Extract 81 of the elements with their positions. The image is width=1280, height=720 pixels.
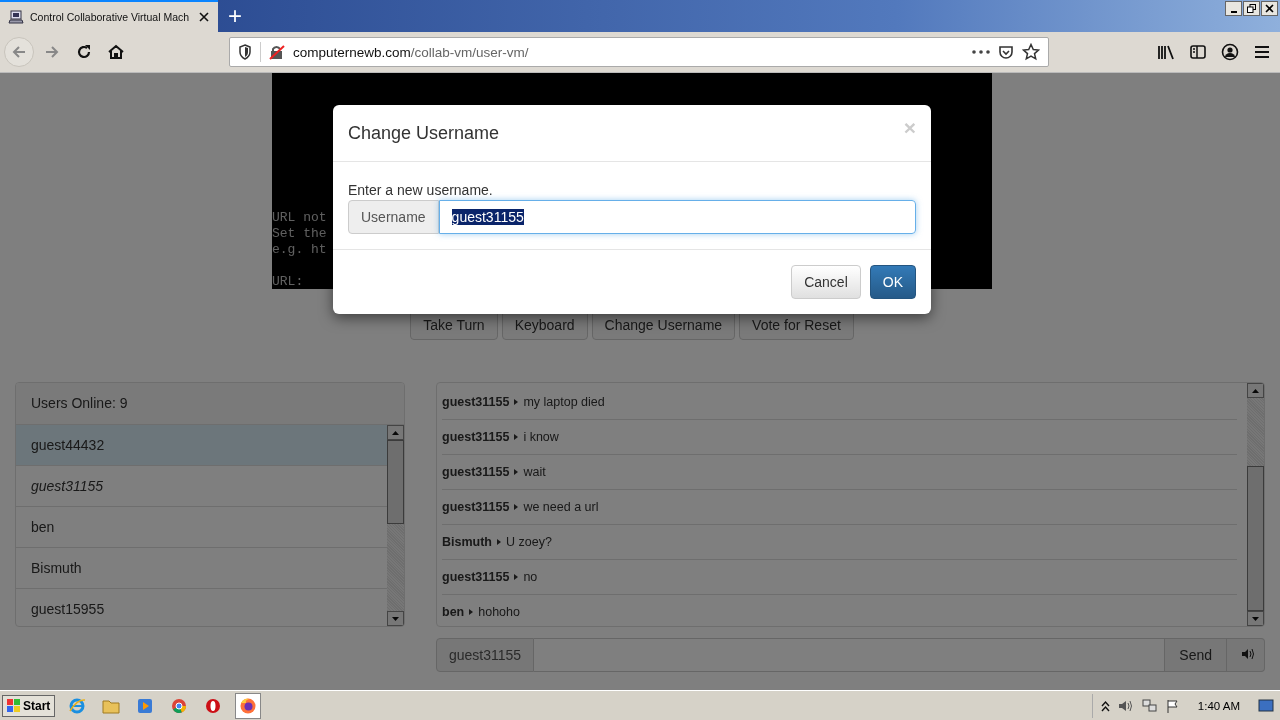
menu-icon[interactable]: [1254, 45, 1270, 59]
windows-logo-icon: [7, 698, 21, 713]
chat-message: hohoho: [478, 604, 520, 621]
user-item[interactable]: guest44432: [16, 425, 387, 466]
pocket-icon[interactable]: [998, 44, 1014, 60]
minimize-icon: [1230, 10, 1237, 13]
down-arrow-icon[interactable]: [1252, 616, 1259, 621]
user-item[interactable]: Bismuth: [16, 548, 387, 589]
dialog-prompt: Enter a new username.: [348, 181, 494, 200]
show-hidden-icon[interactable]: [1100, 699, 1110, 712]
chat-message: i know: [523, 429, 559, 446]
volume-icon[interactable]: [1117, 698, 1134, 713]
account-icon[interactable]: [1221, 43, 1239, 61]
more-icon[interactable]: [972, 50, 990, 54]
computer-icon: [8, 9, 24, 25]
minimize-button[interactable]: [1225, 1, 1242, 16]
cancel-button[interactable]: Cancel: [791, 265, 861, 299]
username-input[interactable]: guest31155: [438, 200, 916, 234]
sound-button[interactable]: [1227, 638, 1265, 672]
chat-message: we need a url: [523, 499, 599, 516]
back-button[interactable]: [4, 37, 34, 67]
url-text: computernewb.com/collab-vm/user-vm/: [293, 44, 529, 60]
home-icon[interactable]: [107, 43, 125, 61]
start-button[interactable]: Start: [2, 694, 56, 717]
chat-input[interactable]: [534, 638, 1166, 672]
ok-button[interactable]: OK: [869, 265, 916, 299]
username-label: guest31155: [436, 638, 535, 672]
new-tab-button[interactable]: +: [218, 0, 252, 32]
scrollbar[interactable]: [1247, 383, 1264, 626]
shield-icon: [238, 44, 252, 60]
sidebar-icon[interactable]: [1190, 45, 1206, 59]
scrollbar[interactable]: [387, 425, 404, 626]
speaker-icon: [1241, 648, 1255, 660]
close-icon: [1265, 4, 1274, 13]
chat-username: Bismuth: [442, 534, 492, 551]
chat-username: ben: [442, 604, 465, 621]
firefox-icon[interactable]: [235, 692, 262, 719]
send-button[interactable]: Send: [1165, 638, 1227, 672]
chat-username: guest31155: [442, 569, 510, 586]
triangle-icon: [469, 609, 474, 615]
restore-button[interactable]: [1243, 1, 1260, 16]
chat-message: no: [523, 569, 538, 586]
show-desktop-icon[interactable]: [1258, 698, 1274, 713]
triangle-icon: [514, 434, 519, 440]
up-arrow-icon[interactable]: [1252, 388, 1259, 393]
triangle-icon: [514, 469, 519, 475]
address-bar[interactable]: computernewb.com/collab-vm/user-vm/: [229, 37, 1049, 67]
chat-username: guest31155: [442, 429, 510, 446]
terminal-line: Set the: [272, 226, 327, 242]
terminal-line: e.g. ht: [272, 242, 327, 258]
terminal-line: URL not: [272, 210, 327, 226]
library-icon[interactable]: [1157, 44, 1175, 60]
user-item[interactable]: guest31155: [16, 466, 387, 507]
close-button[interactable]: [1261, 1, 1278, 16]
reload-icon[interactable]: [75, 43, 93, 61]
dialog-title: Change Username: [348, 122, 501, 144]
triangle-icon: [514, 504, 519, 510]
flag-icon[interactable]: [1165, 698, 1180, 713]
star-icon[interactable]: [1022, 43, 1040, 61]
users-header: Users Online: 9: [16, 383, 404, 425]
clock: 1:40 AM: [1197, 699, 1240, 712]
chat-message: wait: [523, 464, 546, 481]
triangle-icon: [514, 574, 519, 580]
down-arrow-icon[interactable]: [392, 616, 399, 621]
user-item[interactable]: ben: [16, 507, 387, 548]
network-icon[interactable]: [1141, 698, 1158, 713]
tab-title: Control Collaborative Virtual Mach: [30, 11, 191, 23]
triangle-icon: [514, 399, 519, 405]
insecure-lock-icon: [269, 44, 285, 60]
triangle-icon: [497, 539, 501, 545]
up-arrow-icon[interactable]: [392, 430, 399, 435]
chat-username: guest31155: [442, 499, 510, 516]
chat-message: my laptop died: [523, 394, 605, 411]
terminal-line: URL:: [272, 274, 304, 290]
chat-message: U zoey?: [506, 534, 552, 551]
chat-username: guest31155: [442, 464, 510, 481]
browser-tab[interactable]: Control Collaborative Virtual Mach: [0, 0, 218, 32]
chat-username: guest31155: [442, 394, 510, 411]
restore-icon: [1247, 4, 1256, 13]
username-label: Username: [348, 200, 439, 234]
close-icon[interactable]: [198, 11, 210, 23]
